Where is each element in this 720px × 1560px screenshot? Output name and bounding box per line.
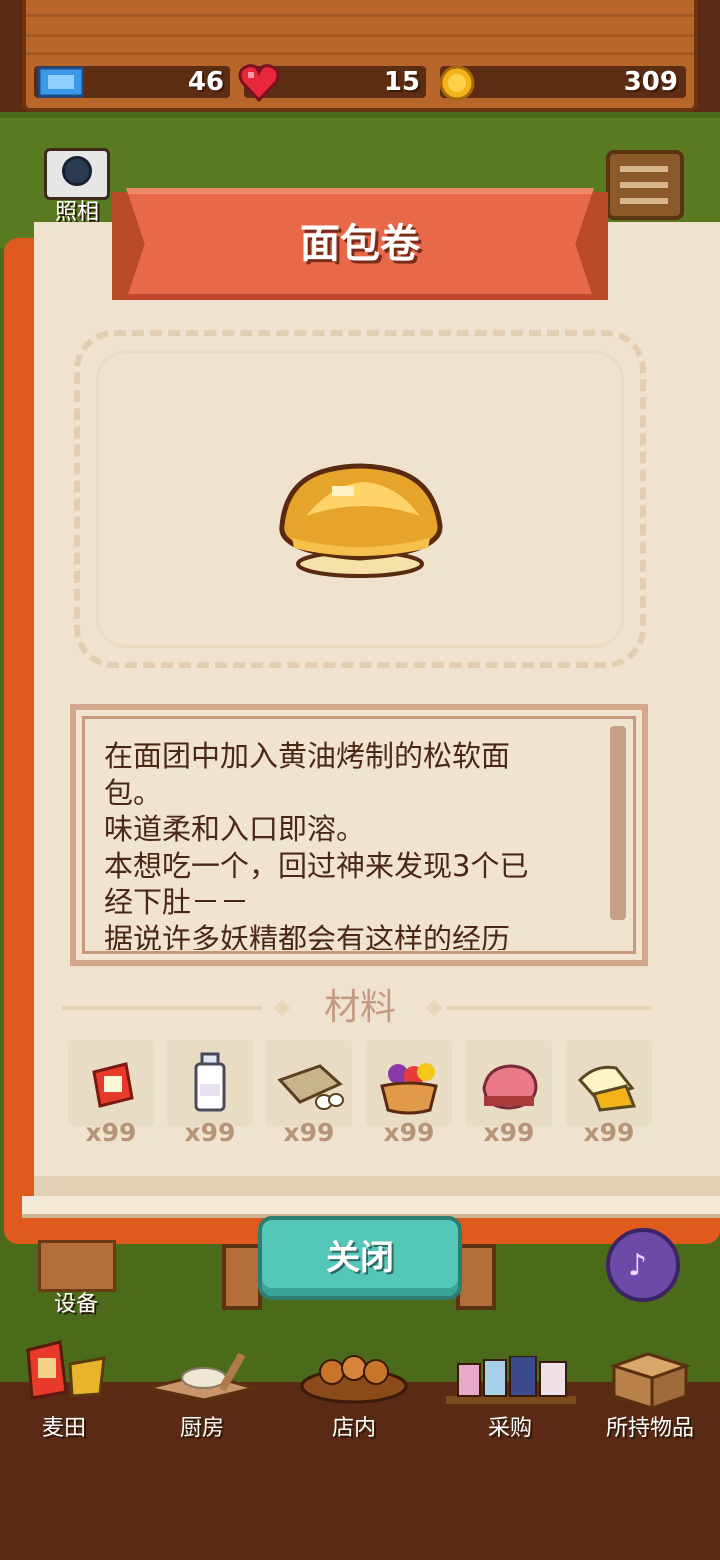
description-line: 包。 — [104, 775, 163, 810]
kitchen-icon — [147, 1352, 260, 1402]
wheat-field-icon — [26, 1340, 106, 1400]
nav-label: 所持物品 — [605, 1416, 694, 1441]
equipment-label: 设备 — [53, 1292, 98, 1317]
material-count: x99 — [283, 1118, 335, 1147]
nav-inventory[interactable]: 所持物品 — [580, 1336, 720, 1446]
nav-purchase[interactable]: 采购 — [440, 1336, 580, 1446]
nav-label: 厨房 — [179, 1416, 224, 1441]
ticket-icon — [38, 66, 84, 98]
nav-kitchen[interactable]: 厨房 — [132, 1336, 272, 1446]
coin-icon — [439, 65, 475, 101]
equipment-button[interactable] — [38, 1240, 116, 1292]
divider — [62, 1006, 262, 1010]
fruit-basket-icon — [380, 1063, 438, 1115]
coin-count: 309 — [623, 67, 678, 97]
close-button[interactable]: 关闭 — [258, 1216, 462, 1300]
materials-title: 材料 — [323, 987, 396, 1028]
description-line: 据说许多妖精都会有这样的经历 — [104, 921, 511, 951]
nav-wheat-field[interactable]: 麦田 — [0, 1336, 134, 1446]
nav-store[interactable]: 店内 — [284, 1336, 424, 1446]
nav-label: 麦田 — [41, 1416, 86, 1441]
cheese-icon — [577, 1065, 637, 1112]
milk-bottle-icon — [194, 1052, 226, 1112]
description-line: 味道柔和入口即溶。 — [104, 812, 366, 846]
heart-icon — [238, 64, 280, 102]
recipe-title: 面包卷 — [300, 221, 420, 267]
book-page-edge — [22, 1196, 720, 1218]
ticket-count: 46 — [187, 67, 224, 97]
box-icon — [609, 1352, 691, 1410]
description-line: 经下肚－－ — [104, 885, 250, 919]
nav-label: 采购 — [487, 1416, 532, 1441]
material-count: x99 — [85, 1118, 137, 1147]
heart-count: 15 — [383, 67, 420, 97]
description-text[interactable]: 在面团中加入黄油烤制的松软面 包。 味道柔和入口即溶。 本想吃一个，回过神来发现… — [104, 738, 604, 950]
nav-label: 店内 — [331, 1416, 376, 1441]
menu-icon — [620, 166, 668, 172]
bread-basket-icon — [300, 1355, 408, 1404]
bread-roll-icon — [279, 463, 443, 578]
material-count: x99 — [184, 1118, 236, 1147]
shop-icon — [446, 1356, 576, 1404]
description-line: 在面团中加入黄油烤制的松软面 — [104, 739, 511, 773]
description-scrollbar[interactable] — [610, 726, 626, 920]
material-count: x99 — [583, 1118, 635, 1147]
music-note-icon: ♪ — [628, 1248, 648, 1283]
flour-bag-icon — [92, 1062, 134, 1108]
camera-icon — [62, 156, 92, 186]
material-count: x99 — [383, 1118, 435, 1147]
description-line: 本想吃一个，回过神来发现3个已 — [104, 848, 529, 883]
divider — [446, 1006, 652, 1010]
meat-icon — [482, 1064, 538, 1110]
material-count: x99 — [483, 1118, 535, 1147]
butter-eggs-icon — [277, 1064, 344, 1110]
